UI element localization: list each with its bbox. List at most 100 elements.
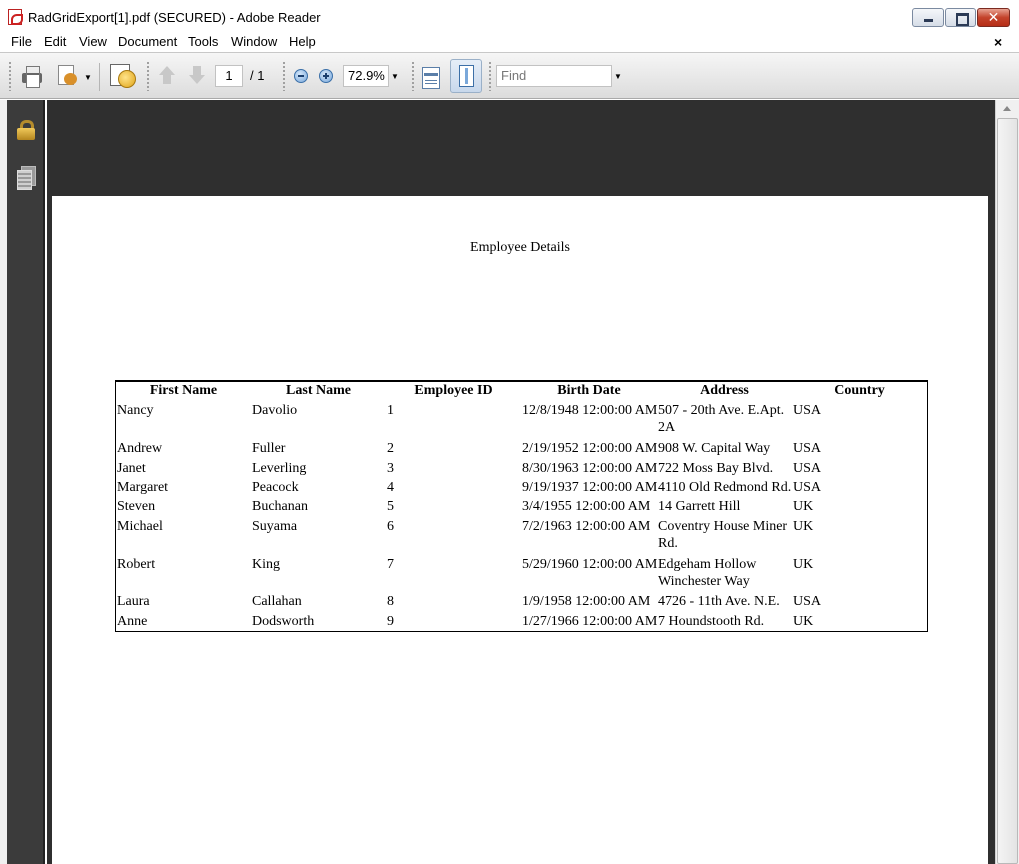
menu-tools[interactable]: Tools (188, 34, 218, 49)
zoom-in-icon[interactable] (319, 69, 333, 83)
collaborate-icon[interactable] (110, 62, 136, 88)
cell-last-name: Buchanan (252, 499, 308, 514)
cell-last-name: Dodsworth (252, 614, 315, 629)
toolbar-grip[interactable] (282, 61, 286, 91)
toolbar-grip[interactable] (488, 61, 492, 91)
scroll-up-icon[interactable] (1003, 106, 1011, 111)
navigation-pane (7, 100, 45, 864)
pages-icon[interactable] (17, 166, 36, 190)
minimize-icon (913, 9, 943, 26)
close-document-icon[interactable]: × (994, 34, 1002, 50)
cell-address: Edgeham Hollow Winchester Way (658, 557, 757, 589)
cell-last-name: Callahan (252, 594, 302, 609)
toolbar-grip[interactable] (411, 61, 415, 91)
window-title: RadGridExport[1].pdf (SECURED) - Adobe R… (28, 10, 321, 25)
zoom-level-input[interactable]: 72.9% (343, 65, 389, 87)
cell-last-name: Leverling (252, 461, 307, 476)
menu-help[interactable]: Help (289, 34, 316, 49)
cell-last-name: Suyama (252, 519, 298, 534)
column-header: Last Name (286, 383, 351, 398)
menu-document[interactable]: Document (118, 34, 177, 49)
cell-country: UK (793, 499, 814, 514)
cell-first-name: Laura (117, 594, 150, 609)
menu-bar: File Edit View Document Tools Window Hel… (0, 33, 1019, 52)
cell-country: UK (793, 519, 814, 534)
cell-employee-id: 6 (387, 519, 394, 534)
cell-employee-id: 1 (387, 403, 394, 418)
column-header: Country (834, 383, 885, 398)
pdf-icon (8, 9, 23, 25)
column-header: Address (700, 383, 749, 398)
toolbar: ▼ 1 / 1 72.9% ▼ Find ▼ (0, 52, 1019, 99)
document-title: Employee Details (470, 240, 570, 255)
share-dropdown-icon[interactable]: ▼ (84, 73, 92, 82)
close-icon: ✕ (987, 9, 1000, 25)
menu-edit[interactable]: Edit (44, 34, 66, 49)
cell-country: USA (793, 461, 822, 476)
fit-page-button[interactable] (450, 59, 482, 93)
cell-employee-id: 3 (387, 461, 394, 476)
column-header: Birth Date (557, 383, 621, 398)
fit-width-icon[interactable] (422, 67, 440, 89)
page-number-input[interactable]: 1 (215, 65, 243, 87)
cell-last-name: Davolio (252, 403, 298, 418)
lock-icon[interactable] (17, 120, 35, 140)
cell-employee-id: 4 (387, 480, 394, 495)
cell-employee-id: 5 (387, 499, 394, 514)
page-total: / 1 (250, 68, 265, 83)
toolbar-grip[interactable] (8, 61, 12, 91)
cell-last-name: Fuller (252, 441, 286, 456)
document-viewport[interactable]: Employee Details First Name Last Name Em… (47, 100, 995, 864)
share-icon[interactable] (56, 65, 78, 87)
scrollbar-thumb[interactable] (997, 118, 1018, 864)
zoom-dropdown-icon[interactable]: ▼ (391, 72, 399, 81)
column-header: Employee ID (414, 383, 493, 398)
cell-birth-date: 9/19/1937 12:00:00 AM (522, 480, 658, 495)
cell-last-name: King (252, 557, 280, 572)
cell-first-name: Anne (117, 614, 148, 629)
find-input[interactable]: Find (496, 65, 612, 87)
print-icon[interactable] (20, 64, 44, 88)
menu-view[interactable]: View (79, 34, 107, 49)
cell-address: Coventry House Miner Rd. (658, 519, 788, 551)
cell-country: USA (793, 441, 822, 456)
cell-country: UK (793, 557, 814, 572)
minimize-button[interactable] (912, 8, 944, 27)
next-page-icon[interactable] (187, 65, 207, 85)
cell-address: 4110 Old Redmond Rd. (658, 480, 792, 495)
window-frame (0, 100, 7, 864)
cell-birth-date: 3/4/1955 12:00:00 AM (522, 499, 651, 514)
cell-birth-date: 12/8/1948 12:00:00 AM (522, 403, 658, 418)
zoom-out-icon[interactable] (294, 69, 308, 83)
find-dropdown-icon[interactable]: ▼ (614, 72, 622, 81)
menu-window[interactable]: Window (231, 34, 277, 49)
cell-first-name: Janet (117, 461, 146, 476)
cell-address: 722 Moss Bay Blvd. (658, 461, 774, 476)
cell-address: 507 - 20th Ave. E.Apt. 2A (658, 403, 785, 435)
cell-address: 4726 - 11th Ave. N.E. (658, 594, 780, 609)
cell-employee-id: 7 (387, 557, 394, 572)
cell-employee-id: 8 (387, 594, 394, 609)
close-window-button[interactable]: ✕ (977, 8, 1010, 27)
toolbar-grip[interactable] (146, 61, 150, 91)
cell-country: USA (793, 480, 822, 495)
pdf-page: Employee Details First Name Last Name Em… (52, 196, 988, 864)
employee-table: First Name Last Name Employee ID Birth D… (115, 380, 928, 632)
cell-birth-date: 5/29/1960 12:00:00 AM (522, 557, 658, 572)
cell-country: USA (793, 594, 822, 609)
cell-first-name: Nancy (117, 403, 154, 418)
cell-first-name: Michael (117, 519, 163, 534)
maximize-button[interactable] (945, 8, 976, 27)
maximize-icon (946, 9, 975, 26)
cell-country: UK (793, 614, 814, 629)
menu-file[interactable]: File (11, 34, 32, 49)
cell-employee-id: 2 (387, 441, 394, 456)
toolbar-separator (99, 63, 100, 91)
cell-last-name: Peacock (252, 480, 299, 495)
previous-page-icon[interactable] (157, 65, 177, 85)
cell-birth-date: 1/27/1966 12:00:00 AM (522, 614, 658, 629)
cell-address: 7 Houndstooth Rd. (658, 614, 765, 629)
vertical-scrollbar[interactable] (995, 100, 1019, 864)
cell-address: 14 Garrett Hill (658, 499, 741, 514)
cell-first-name: Margaret (117, 480, 169, 495)
